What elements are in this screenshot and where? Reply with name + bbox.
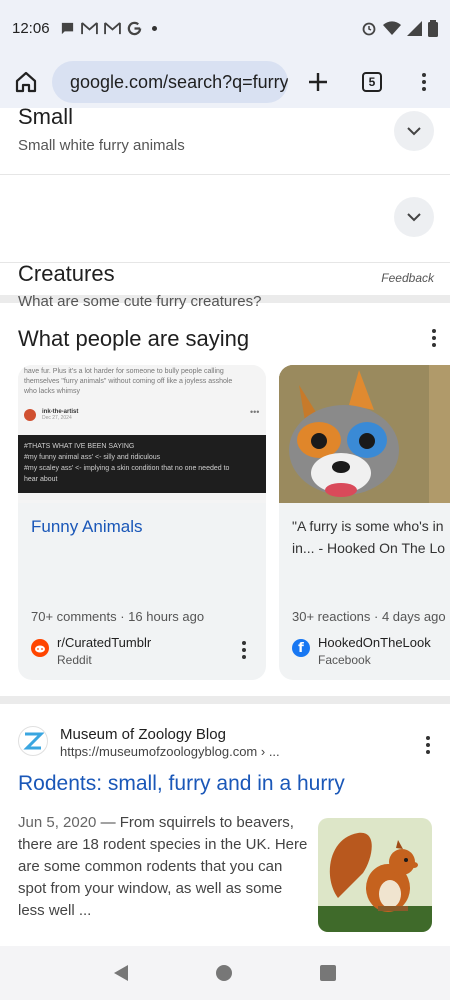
perspective-card[interactable]: "A furry is some who's in in... - Hooked… <box>279 365 450 680</box>
avatar <box>24 409 36 421</box>
thumb-text: themselves "furry animals" without comin… <box>24 378 233 385</box>
battery-icon <box>428 19 438 37</box>
browser-menu-button[interactable] <box>398 56 450 108</box>
source-site: Facebook <box>318 653 371 667</box>
thumb-text: hear about <box>24 476 58 483</box>
alarm-icon <box>362 22 376 36</box>
site-url[interactable]: https://museumofzoologyblog.com › ... <box>60 744 280 759</box>
source-name: HookedOnTheLook <box>318 635 431 650</box>
perspective-card[interactable]: have fur. Plus it's a lot harder for som… <box>18 365 266 680</box>
status-bar: 12:06 <box>0 0 450 56</box>
site-name[interactable]: Museum of Zoology Blog <box>60 726 226 743</box>
thumb-text: #THATS WHAT IVE BEEN SAYING <box>24 443 135 450</box>
system-icons <box>361 19 438 37</box>
related-item[interactable]: Creatures What are some cute furry creat… <box>0 175 450 310</box>
thumb-text: #my scaley ass' <- implying a skin condi… <box>24 465 230 472</box>
reddit-icon <box>31 639 49 657</box>
source-site: Reddit <box>57 653 92 667</box>
zoology-logo-icon <box>23 732 44 750</box>
card-source[interactable]: f HookedOnTheLook Facebook <box>292 635 431 667</box>
snippet-date: Jun 5, 2020 <box>18 814 97 831</box>
notification-dot-icon <box>151 25 157 31</box>
signal-icon <box>407 20 422 36</box>
related-title: Small <box>18 108 74 129</box>
thumb-date: Dec 27, 2024 <box>42 415 72 421</box>
gmail-icon <box>80 21 98 34</box>
tab-switcher-button[interactable]: 5 <box>346 56 398 108</box>
card-thumbnail: have fur. Plus it's a lot harder for som… <box>18 365 266 503</box>
gmail-icon <box>103 21 121 34</box>
url-text: google.com/search?q=furry <box>70 71 288 92</box>
related-title: Creatures <box>18 261 115 286</box>
chat-bubble-icon <box>61 22 73 34</box>
more-vert-icon <box>242 641 246 659</box>
notification-icons <box>60 21 157 36</box>
section-more-button[interactable] <box>432 329 436 347</box>
more-horiz-icon: ••• <box>250 407 260 417</box>
card-meta: 70+ comments · 16 hours ago <box>31 609 205 624</box>
back-nav-icon[interactable] <box>114 965 128 981</box>
thumb-text: who lacks whimsy <box>24 388 81 395</box>
card-title[interactable]: Funny Animals <box>18 503 266 537</box>
result-snippet: Jun 5, 2020 — From squirrels to beavers,… <box>18 812 308 922</box>
result-source[interactable] <box>18 726 48 756</box>
home-button[interactable] <box>0 56 52 108</box>
section-divider <box>0 696 450 704</box>
related-item[interactable]: Small Small white furry animals <box>0 108 450 175</box>
recents-nav-icon[interactable] <box>320 965 336 981</box>
squirrel-image <box>318 818 432 932</box>
card-source[interactable]: r/CuratedTumblr Reddit <box>31 635 151 667</box>
more-vert-icon <box>426 736 430 754</box>
people-saying-header: What people are saying <box>0 303 450 373</box>
card-quote[interactable]: "A furry is some who's in in... - Hooked… <box>279 503 450 559</box>
perspectives-carousel[interactable]: have fur. Plus it's a lot harder for som… <box>18 365 450 680</box>
home-icon <box>15 71 37 93</box>
quote-line: "A furry is some who's in <box>292 518 444 534</box>
expand-button[interactable] <box>394 197 434 237</box>
expand-button[interactable] <box>394 111 434 151</box>
home-nav-icon[interactable] <box>216 965 232 981</box>
related-subtitle: Small white furry animals <box>18 137 185 154</box>
wifi-icon <box>383 20 401 35</box>
source-name: r/CuratedTumblr <box>57 635 152 650</box>
card-more-button[interactable] <box>242 641 246 659</box>
facebook-icon: f <box>292 639 310 657</box>
new-tab-button[interactable] <box>290 56 346 108</box>
plus-icon <box>309 73 327 91</box>
status-time: 12:06 <box>12 19 50 37</box>
site-favicon <box>18 726 48 756</box>
thumb-text: #my funny animal ass' <- silly and ridic… <box>24 454 161 461</box>
more-vert-icon <box>422 73 426 91</box>
card-thumbnail <box>279 365 450 503</box>
search-results: Small Small white furry animals Creature… <box>0 108 450 946</box>
thumb-text: have fur. Plus it's a lot harder for som… <box>24 368 224 375</box>
system-nav-bar <box>0 946 450 1000</box>
furry-costume-image <box>279 365 450 503</box>
search-result: Museum of Zoology Blog https://museumofz… <box>0 704 450 946</box>
address-bar[interactable]: google.com/search?q=furry <box>52 61 288 103</box>
section-title: What people are saying <box>18 326 250 351</box>
browser-toolbar: google.com/search?q=furry 5 <box>0 56 450 108</box>
result-title[interactable]: Rodents: small, furry and in a hurry <box>18 772 345 796</box>
quote-line: in... - Hooked On The Lo <box>292 540 446 556</box>
chevron-down-icon <box>407 126 421 135</box>
chevron-down-icon <box>407 212 421 221</box>
tab-count: 5 <box>362 72 382 92</box>
result-more-button[interactable] <box>426 736 430 754</box>
card-meta: 30+ reactions · 4 days ago <box>292 609 446 624</box>
more-vert-icon <box>432 329 436 347</box>
result-thumbnail[interactable] <box>318 818 432 932</box>
google-icon <box>127 21 141 35</box>
